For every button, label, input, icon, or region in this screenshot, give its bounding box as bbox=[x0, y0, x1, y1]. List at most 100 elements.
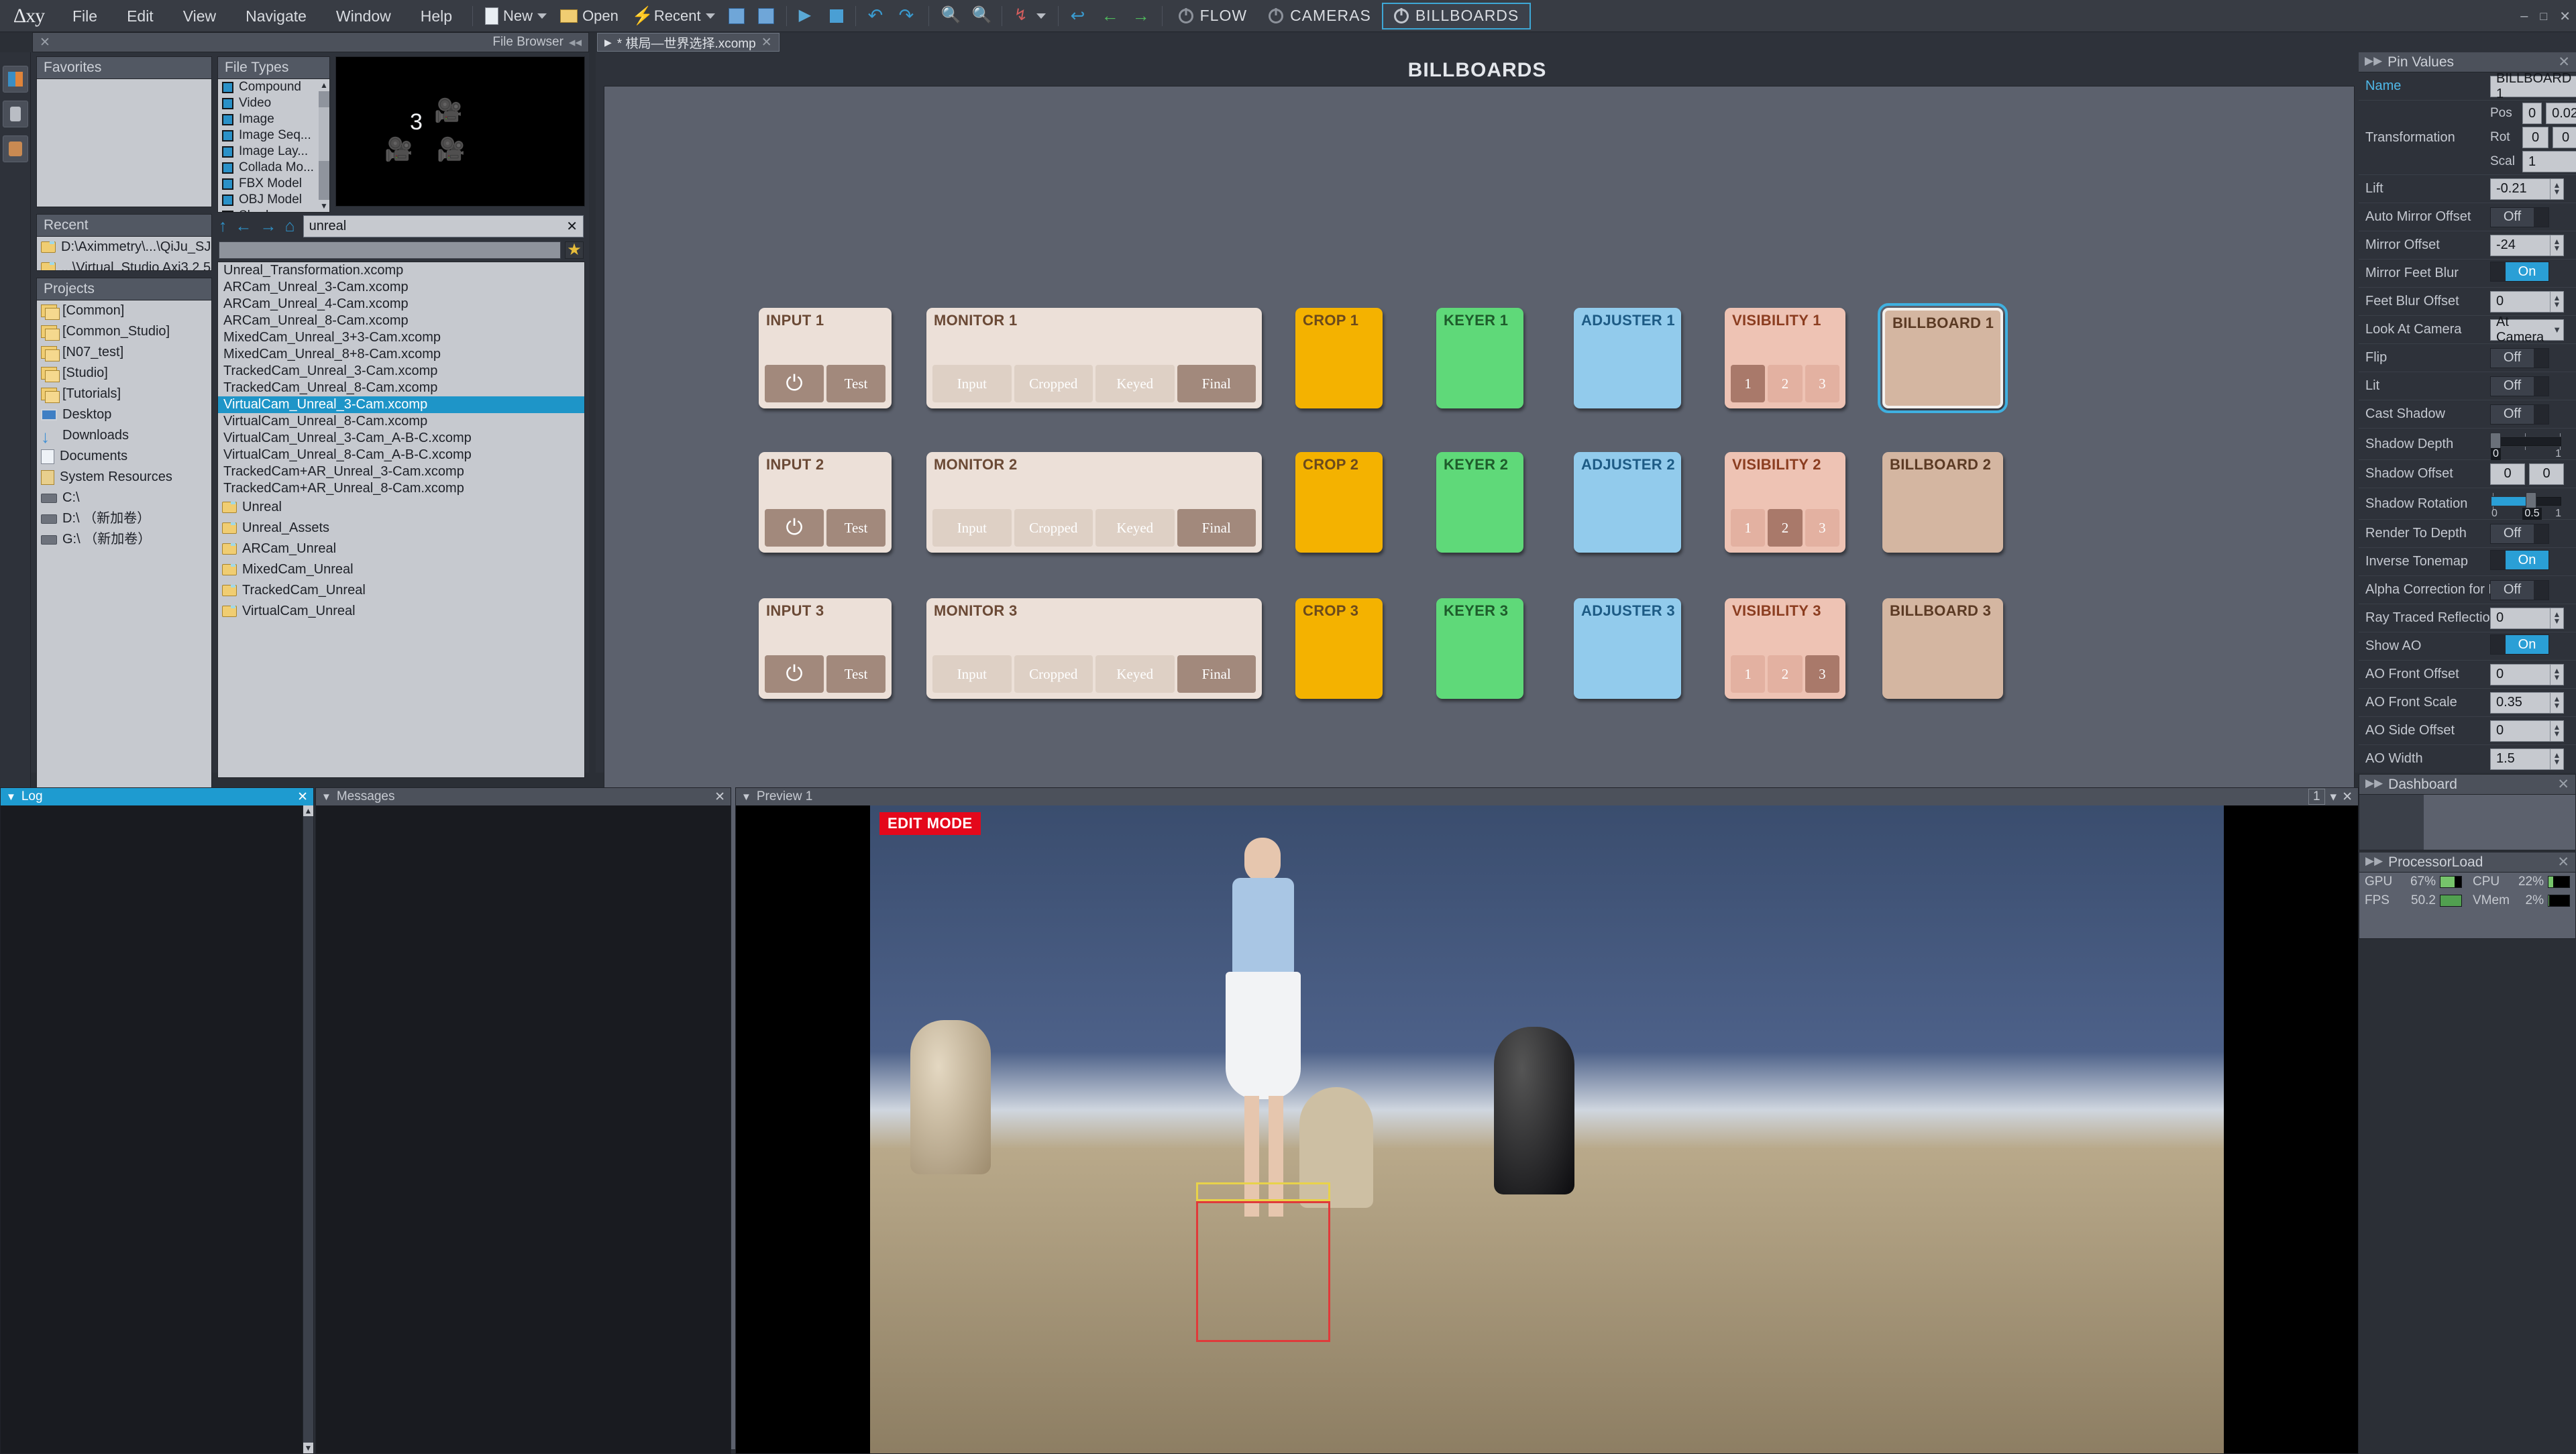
power-icon-input-3[interactable]: ⏻ bbox=[765, 655, 824, 693]
window-maximize-button[interactable]: □ bbox=[2540, 9, 2547, 23]
scale-input[interactable]: 1 bbox=[2522, 151, 2576, 172]
file-types-list[interactable]: Compound Video Image Image Seq... Image … bbox=[217, 78, 330, 213]
scroll-thumb[interactable] bbox=[319, 107, 329, 161]
menu-navigate[interactable]: Navigate bbox=[231, 0, 321, 32]
checkbox-icon-3[interactable] bbox=[222, 129, 233, 142]
save-as-button[interactable] bbox=[751, 1, 781, 31]
star-icon[interactable]: ★ bbox=[565, 241, 584, 259]
sidebar-item-downloads[interactable]: Downloads bbox=[37, 425, 211, 446]
sidebar-item-file-browser[interactable] bbox=[2, 66, 28, 93]
sidebar-item-robot[interactable] bbox=[2, 135, 28, 162]
recent-button[interactable]: ⚡ Recent bbox=[625, 1, 722, 31]
document-tab-close-icon[interactable]: ✕ bbox=[761, 35, 772, 50]
chevron-down-icon-axis[interactable] bbox=[1036, 13, 1046, 19]
sidebar-item-common[interactable]: [Common] bbox=[37, 300, 211, 321]
monitor-seg-cropped-2[interactable]: Cropped bbox=[1014, 509, 1093, 547]
ao-front-scale-stepper[interactable]: ▲ ▼ bbox=[2551, 691, 2564, 714]
scroll-up-icon-log[interactable]: ▲ bbox=[303, 805, 313, 816]
expand-icon-pin[interactable]: ▶▶ bbox=[2365, 54, 2382, 70]
preview-close-icon[interactable]: ✕ bbox=[2342, 789, 2353, 805]
chevron-down-icon[interactable] bbox=[537, 13, 547, 19]
nav-forward-button[interactable]: → bbox=[1126, 1, 1157, 31]
ao-front-offset-stepper[interactable]: ▲ ▼ bbox=[2551, 663, 2564, 685]
visibility-card-2[interactable]: VISIBILITY 2 1 2 3 bbox=[1725, 452, 1845, 553]
menu-edit[interactable]: Edit bbox=[112, 0, 168, 32]
feet-blur-offset-input[interactable]: 0 bbox=[2490, 290, 2551, 313]
ray-traced-reflection-input[interactable]: 0 bbox=[2490, 607, 2551, 629]
pin-icon-log[interactable]: ▼ bbox=[6, 791, 16, 803]
monitor-seg-input-1[interactable]: Input bbox=[932, 365, 1012, 402]
selection-box-yellow[interactable] bbox=[1196, 1182, 1330, 1201]
checkbox-icon-4[interactable] bbox=[222, 146, 233, 158]
list-item-folder-18[interactable]: TrackedCam_Unreal bbox=[218, 580, 584, 601]
sidebar-item-drive-g[interactable]: G:\ （新加卷） bbox=[37, 529, 211, 550]
shadow-offset-y-input[interactable]: 0 bbox=[2529, 463, 2564, 485]
pin-values-close-icon[interactable]: ✕ bbox=[2558, 54, 2570, 70]
visibility-seg-1-3[interactable]: 3 bbox=[1805, 365, 1839, 402]
up-level-button[interactable]: ↩ bbox=[1064, 1, 1095, 31]
list-item-file-10[interactable]: VirtualCam_Unreal_3-Cam_A-B-C.xcomp bbox=[218, 430, 584, 447]
lift-input[interactable]: -0.21 bbox=[2490, 178, 2551, 200]
visibility-seg-2-3[interactable]: 3 bbox=[1805, 509, 1839, 547]
checkbox-icon-0[interactable] bbox=[222, 81, 233, 93]
feet-blur-offset-stepper[interactable]: ▲ ▼ bbox=[2551, 290, 2564, 313]
mode-tab-flow[interactable]: FLOW bbox=[1168, 3, 1258, 30]
checkbox-icon-8[interactable] bbox=[222, 210, 233, 212]
visibility-seg-1-1[interactable]: 1 bbox=[1731, 365, 1766, 402]
pos-y-input[interactable]: 0.02 bbox=[2546, 103, 2576, 124]
list-item-folder-19[interactable]: VirtualCam_Unreal bbox=[218, 601, 584, 622]
sidebar-item-common-studio[interactable]: [Common_Studio] bbox=[37, 321, 211, 342]
monitor-seg-keyed-1[interactable]: Keyed bbox=[1095, 365, 1175, 402]
power-icon-input-2[interactable]: ⏻ bbox=[765, 509, 824, 547]
list-item-folder-14[interactable]: Unreal bbox=[218, 497, 584, 518]
favorites-list[interactable] bbox=[36, 78, 212, 207]
zoom-out-button[interactable]: 🔍 bbox=[934, 1, 965, 31]
keyer-card-2[interactable]: KEYER 2 bbox=[1436, 452, 1523, 553]
monitor-seg-input-2[interactable]: Input bbox=[932, 509, 1012, 547]
expand-icon[interactable]: ▶ bbox=[604, 37, 612, 48]
look-at-camera-select[interactable]: At Camera ▼ bbox=[2490, 315, 2564, 345]
monitor-seg-cropped-1[interactable]: Cropped bbox=[1014, 365, 1093, 402]
recent-list[interactable]: D:\Aximmetry\...\QiJu_SJZK ...\Virtual_S… bbox=[36, 236, 212, 271]
file-types-scrollbar[interactable]: ▲ ▼ bbox=[319, 79, 329, 212]
list-item-file-1[interactable]: ARCam_Unreal_3-Cam.xcomp bbox=[218, 279, 584, 296]
list-item-folder-15[interactable]: Unreal_Assets bbox=[218, 518, 584, 539]
monitor-card-2[interactable]: MONITOR 2 Input Cropped Keyed Final bbox=[926, 452, 1262, 553]
keyer-card-1[interactable]: KEYER 1 bbox=[1436, 308, 1523, 408]
billboard-card-1[interactable]: BILLBOARD 1 bbox=[1878, 303, 2008, 413]
file-list[interactable]: Unreal_Transformation.xcomp ARCam_Unreal… bbox=[217, 262, 585, 778]
input-card-1[interactable]: INPUT 1 ⏻ Test bbox=[759, 308, 892, 408]
monitor-seg-final-1[interactable]: Final bbox=[1177, 365, 1256, 402]
file-type-fbx[interactable]: FBX Model bbox=[218, 176, 329, 192]
messages-panel-close-icon[interactable]: ✕ bbox=[714, 789, 725, 805]
processor-load-close-icon[interactable]: ✕ bbox=[2557, 854, 2569, 871]
monitor-seg-keyed-2[interactable]: Keyed bbox=[1095, 509, 1175, 547]
test-button-3[interactable]: Test bbox=[826, 655, 885, 693]
keyer-card-3[interactable]: KEYER 3 bbox=[1436, 598, 1523, 699]
list-item-file-0[interactable]: Unreal_Transformation.xcomp bbox=[218, 262, 584, 279]
adjuster-card-2[interactable]: ADJUSTER 2 bbox=[1574, 452, 1681, 553]
shadow-depth-slider[interactable]: 0 1 bbox=[2490, 431, 2564, 460]
visibility-card-1[interactable]: VISIBILITY 1 1 2 3 bbox=[1725, 308, 1845, 408]
file-type-image-lay[interactable]: Image Lay... bbox=[218, 144, 329, 160]
messages-panel-body[interactable] bbox=[316, 805, 731, 1453]
document-tab[interactable]: ▶ * 棋局—世界选择.xcomp ✕ bbox=[597, 33, 780, 52]
sidebar-item-drive-c[interactable]: C:\ bbox=[37, 488, 211, 508]
preview-collapse-icon[interactable]: ▾ bbox=[2330, 789, 2337, 805]
pos-x-input[interactable]: 0 bbox=[2522, 103, 2542, 124]
ray-traced-reflection-stepper[interactable]: ▲ ▼ bbox=[2551, 607, 2564, 629]
monitor-seg-cropped-3[interactable]: Cropped bbox=[1014, 655, 1093, 693]
menu-help[interactable]: Help bbox=[406, 0, 467, 32]
visibility-seg-1-2[interactable]: 2 bbox=[1768, 365, 1803, 402]
file-type-collada[interactable]: Collada Mo... bbox=[218, 160, 329, 176]
dashboard-close-icon[interactable]: ✕ bbox=[2557, 776, 2569, 793]
ao-side-offset-stepper[interactable]: ▲ ▼ bbox=[2551, 720, 2564, 742]
chevron-down-icon-recent[interactable] bbox=[705, 13, 715, 19]
mirror-feet-blur-toggle[interactable]: On bbox=[2490, 262, 2549, 282]
menu-view[interactable]: View bbox=[168, 0, 231, 32]
list-item-file-7[interactable]: TrackedCam_Unreal_8-Cam.xcomp bbox=[218, 380, 584, 396]
billboard-card-3[interactable]: BILLBOARD 3 bbox=[1882, 598, 2003, 699]
rot-y-input[interactable]: 0 bbox=[2553, 127, 2576, 148]
monitor-seg-input-3[interactable]: Input bbox=[932, 655, 1012, 693]
checkbox-icon-1[interactable] bbox=[222, 97, 233, 109]
